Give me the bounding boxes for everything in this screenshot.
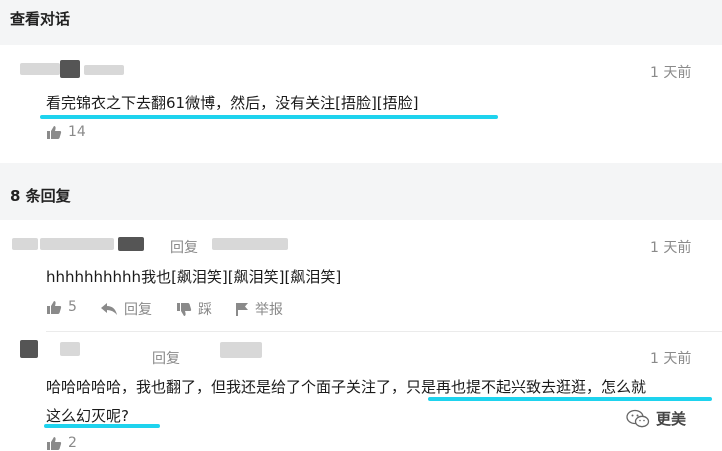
avatar-redacted: [20, 340, 38, 358]
like-count: 14: [68, 124, 86, 140]
replied-user-redacted: [220, 342, 262, 358]
username-redacted-2: [84, 65, 124, 75]
watermark-text: 更美: [656, 410, 687, 428]
reply-text-line2: 这么幻灭呢?: [46, 407, 129, 425]
report-action-label: 举报: [255, 302, 283, 318]
reply-time: 1 天前: [650, 351, 692, 367]
flag-icon: [235, 302, 249, 317]
reply-arrow-icon: [100, 302, 118, 316]
dislike-action-label: 踩: [198, 302, 212, 318]
reply-text: hhhhhhhhhh我也[飙泪笑][飙泪笑][飙泪笑]: [46, 268, 342, 286]
wechat-icon: [626, 409, 650, 429]
thumbs-up-icon: [46, 300, 62, 315]
replies-list: 回复 1 天前 hhhhhhhhhh我也[飙泪笑][飙泪笑][飙泪笑] 5 回复…: [0, 220, 722, 451]
username-redacted-dark: [118, 237, 144, 251]
avatar-redacted: [12, 238, 38, 250]
highlight-underline: [428, 397, 712, 401]
comment-time: 1 天前: [650, 65, 692, 81]
like-count: 5: [68, 299, 77, 315]
watermark: 更美: [626, 408, 686, 429]
thumbs-down-icon: [176, 302, 192, 317]
highlight-underline: [44, 424, 160, 428]
original-comment: 1 天前 看完锦衣之下去翻61微博，然后，没有关注[捂脸][捂脸] 14: [0, 45, 722, 163]
reply-text-line1: 哈哈哈哈哈，我也翻了，但我还是给了个面子关注了，只是再也提不起兴致去逛逛，怎么就: [46, 378, 647, 396]
replies-header: 8 条回复: [10, 187, 71, 205]
dislike-button[interactable]: 踩: [176, 299, 212, 319]
like-button[interactable]: 2: [46, 435, 77, 451]
username-redacted: [20, 63, 60, 75]
highlight-underline: [40, 115, 498, 119]
report-button[interactable]: 举报: [235, 299, 283, 319]
username-redacted: [40, 238, 114, 250]
like-button[interactable]: 14: [46, 124, 86, 140]
reply-button[interactable]: 回复: [100, 299, 152, 319]
reply-label: 回复: [152, 351, 180, 367]
username-redacted: [60, 342, 80, 356]
reply-label: 回复: [170, 240, 198, 256]
comment-text: 看完锦衣之下去翻61微博，然后，没有关注[捂脸][捂脸]: [46, 94, 419, 112]
reply-action-label: 回复: [124, 302, 152, 318]
reply-time: 1 天前: [650, 240, 692, 256]
avatar-redacted: [60, 60, 80, 78]
replied-user-redacted: [212, 238, 288, 250]
thumbs-up-icon: [46, 125, 62, 140]
thumbs-up-icon: [46, 436, 62, 451]
page-title: 查看对话: [10, 10, 71, 28]
like-count: 2: [68, 435, 77, 451]
divider: [46, 331, 722, 332]
like-button[interactable]: 5: [46, 299, 77, 315]
